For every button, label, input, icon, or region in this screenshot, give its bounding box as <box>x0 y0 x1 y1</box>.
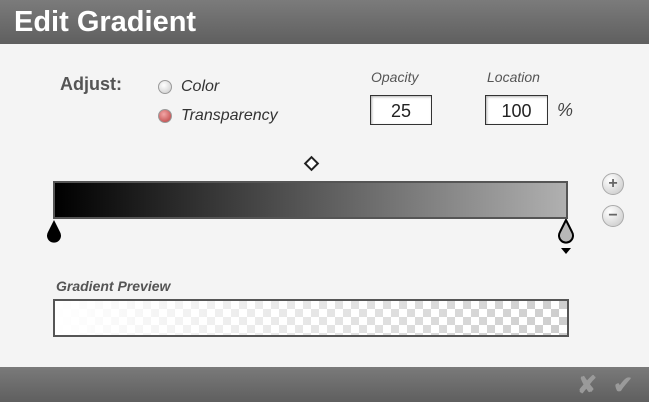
opacity-field[interactable]: 25 <box>370 95 432 125</box>
title-bar: Edit Gradient <box>0 0 649 44</box>
location-field[interactable]: 100 <box>485 95 548 125</box>
adjust-label: Adjust: <box>60 74 122 94</box>
percent-unit: % <box>557 100 574 120</box>
transparency-radio-label[interactable]: Transparency <box>181 107 278 125</box>
remove-stop-button[interactable]: − <box>602 205 624 227</box>
dialog-title: Edit Gradient <box>14 6 197 38</box>
edit-gradient-dialog: Edit Gradient Adjust: Color Transparency… <box>0 0 649 402</box>
transparency-radio[interactable] <box>158 109 172 123</box>
gradient-preview-label: Gradient Preview <box>56 278 171 294</box>
gradient-bar[interactable] <box>53 181 568 219</box>
right-stop-handle[interactable] <box>556 219 576 255</box>
bottom-bar <box>0 367 649 402</box>
add-stop-button[interactable]: + <box>602 173 624 195</box>
color-radio[interactable] <box>158 80 172 94</box>
cancel-button[interactable]: ✘ <box>577 371 597 400</box>
gradient-preview <box>53 299 569 337</box>
confirm-button[interactable]: ✔ <box>613 371 633 400</box>
location-label: Location <box>487 69 540 85</box>
opacity-label: Opacity <box>371 69 419 85</box>
color-radio-label[interactable]: Color <box>181 78 219 96</box>
midpoint-handle[interactable] <box>303 155 320 172</box>
left-stop-handle[interactable] <box>45 219 63 245</box>
